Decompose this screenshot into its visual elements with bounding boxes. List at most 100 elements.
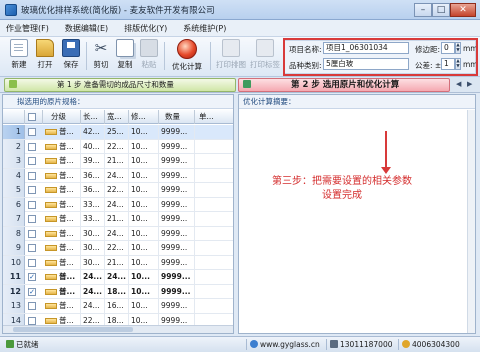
- optimize-button[interactable]: 优化计算: [168, 39, 206, 73]
- maximize-button[interactable]: □: [432, 2, 450, 17]
- cell-class[interactable]: 普...: [59, 299, 81, 313]
- cell-price[interactable]: [197, 154, 233, 168]
- column-header-qty[interactable]: 数量: [159, 110, 195, 124]
- menu-system-maintenance[interactable]: 系统维护(P): [183, 23, 226, 34]
- cell-length[interactable]: 30...: [83, 226, 105, 241]
- cell-class[interactable]: 普...: [59, 270, 81, 284]
- cell-length[interactable]: 33...: [83, 212, 105, 226]
- cell-length[interactable]: 30...: [83, 241, 105, 255]
- cell-length[interactable]: 36...: [83, 183, 105, 197]
- table-row[interactable]: 13 普... 24... 16... 10... 9999...: [3, 299, 233, 314]
- cell-width[interactable]: 16...: [107, 299, 129, 313]
- column-header-price[interactable]: 单...: [195, 110, 233, 124]
- cell-trim[interactable]: 10...: [131, 255, 159, 270]
- cell-price[interactable]: [197, 299, 233, 313]
- cell-price[interactable]: [197, 183, 233, 197]
- status-website[interactable]: www.gyglass.cn: [250, 337, 320, 352]
- row-number[interactable]: 11: [3, 270, 25, 284]
- cell-class[interactable]: 普...: [59, 255, 81, 270]
- cell-trim[interactable]: 10...: [131, 183, 159, 197]
- cell-class[interactable]: 普...: [59, 197, 81, 212]
- cell-class[interactable]: 普...: [59, 183, 81, 197]
- table-row[interactable]: 5 普... 36... 22... 10... 9999...: [3, 183, 233, 198]
- cell-length[interactable]: 42...: [83, 125, 105, 139]
- cell-length[interactable]: 24...: [83, 299, 105, 313]
- cell-width[interactable]: 21...: [107, 212, 129, 226]
- row-checkbox[interactable]: [28, 258, 36, 267]
- cell-width[interactable]: 24...: [107, 226, 129, 241]
- print-layout-button[interactable]: 打印排图: [214, 39, 248, 73]
- step-1-tab[interactable]: 第 1 步 准备需切的成品尺寸和数量: [4, 78, 236, 92]
- step-2-tab[interactable]: 第 2 步 选用原片和优化计算: [238, 78, 450, 92]
- row-checkbox[interactable]: [28, 215, 36, 223]
- table-row[interactable]: 1 普... 42... 25... 10... 9999...: [3, 125, 233, 140]
- check-header[interactable]: [25, 110, 43, 124]
- cell-price[interactable]: [197, 241, 233, 255]
- cell-price[interactable]: [197, 285, 233, 299]
- row-number[interactable]: 12: [3, 284, 25, 299]
- cell-qty[interactable]: 9999...: [161, 241, 195, 255]
- minimize-button[interactable]: –: [414, 2, 432, 17]
- cell-width[interactable]: 18...: [107, 284, 129, 299]
- cell-class[interactable]: 普...: [59, 168, 81, 183]
- row-checkbox[interactable]: [28, 302, 36, 310]
- cell-price[interactable]: [197, 227, 233, 241]
- cell-price[interactable]: [197, 212, 233, 226]
- cell-trim[interactable]: 10...: [131, 270, 159, 284]
- cell-trim[interactable]: 10...: [131, 139, 159, 154]
- tolerance-spinner[interactable]: ▲ ▼: [455, 58, 461, 70]
- row-number[interactable]: 6: [3, 197, 25, 212]
- cell-qty[interactable]: 9999...: [161, 284, 195, 299]
- cell-qty[interactable]: 9999...: [161, 139, 195, 154]
- copy-button[interactable]: 复制: [112, 39, 138, 73]
- cell-width[interactable]: 24...: [107, 168, 129, 183]
- cell-length[interactable]: 33...: [83, 197, 105, 212]
- cell-width[interactable]: 21...: [107, 154, 129, 168]
- column-header-width[interactable]: 宽...: [105, 110, 129, 124]
- select-all-checkbox[interactable]: [28, 113, 36, 121]
- row-checkbox[interactable]: [28, 157, 36, 165]
- cell-trim[interactable]: 10...: [131, 241, 159, 255]
- column-header-length[interactable]: 长...: [81, 110, 105, 124]
- table-row[interactable]: 9 普... 30... 22... 10... 9999...: [3, 241, 233, 256]
- cell-trim[interactable]: 10...: [131, 212, 159, 226]
- row-number[interactable]: 4: [3, 168, 25, 183]
- row-number[interactable]: 10: [3, 255, 25, 270]
- cell-length[interactable]: 30...: [83, 255, 105, 270]
- cell-class[interactable]: 普...: [59, 154, 81, 168]
- cell-class[interactable]: 普...: [59, 241, 81, 255]
- vertical-scrollbar[interactable]: [467, 110, 475, 333]
- cell-qty[interactable]: 9999...: [161, 270, 195, 284]
- cell-price[interactable]: [197, 140, 233, 154]
- table-row[interactable]: 6 普... 33... 24... 10... 9999...: [3, 197, 233, 212]
- cell-qty[interactable]: 9999...: [161, 168, 195, 183]
- trim-margin-spinner[interactable]: ▲ ▼: [455, 42, 461, 54]
- row-number[interactable]: 2: [3, 139, 25, 154]
- table-row[interactable]: 7 普... 33... 21... 10... 9999...: [3, 212, 233, 227]
- cell-width[interactable]: 24...: [107, 197, 129, 212]
- row-checkbox[interactable]: [28, 128, 36, 136]
- menu-job-management[interactable]: 作业管理(F): [6, 23, 49, 34]
- step-prev-icon[interactable]: ◀: [456, 80, 461, 88]
- column-header-class[interactable]: 分级: [43, 110, 81, 124]
- row-checkbox[interactable]: [28, 244, 36, 252]
- cell-length[interactable]: 36...: [83, 168, 105, 183]
- row-checkbox[interactable]: [28, 229, 36, 238]
- table-row[interactable]: 12 ✓ 普... 24... 18... 10... 9999...: [3, 284, 233, 299]
- cell-qty[interactable]: 9999...: [161, 226, 195, 241]
- paste-button[interactable]: 粘贴: [136, 39, 162, 73]
- menu-layout-optimize[interactable]: 排版优化(Y): [124, 23, 167, 34]
- cell-trim[interactable]: 10...: [131, 197, 159, 212]
- cell-trim[interactable]: 10...: [131, 154, 159, 168]
- cell-qty[interactable]: 9999...: [161, 183, 195, 197]
- cell-trim[interactable]: 10...: [131, 168, 159, 183]
- cell-trim[interactable]: 10...: [131, 299, 159, 313]
- print-label-button[interactable]: 打印标签: [248, 39, 282, 73]
- row-number[interactable]: 13: [3, 299, 25, 313]
- row-number[interactable]: 8: [3, 226, 25, 241]
- step-next-icon[interactable]: ▶: [467, 80, 472, 88]
- row-checkbox[interactable]: ✓: [28, 287, 36, 296]
- cell-qty[interactable]: 9999...: [161, 197, 195, 212]
- cell-price[interactable]: [197, 169, 233, 183]
- table-row[interactable]: 10 普... 30... 21... 10... 9999...: [3, 255, 233, 270]
